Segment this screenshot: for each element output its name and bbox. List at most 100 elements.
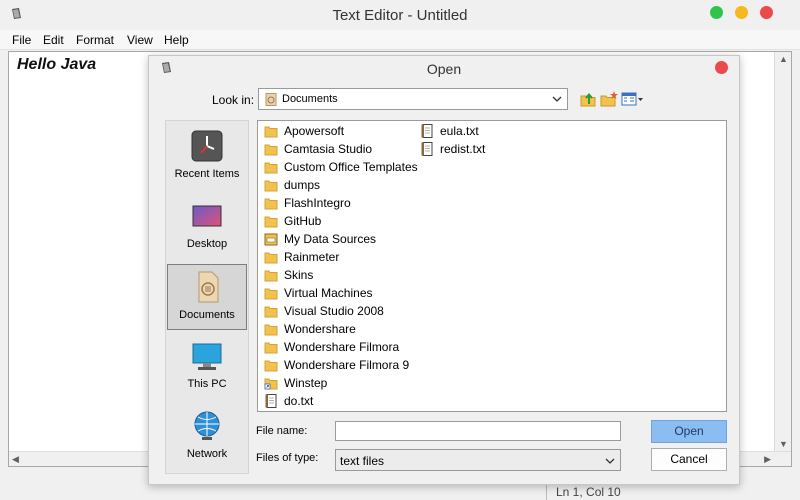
file-list-item[interactable]: Skins [264,266,414,284]
file-name: FlashIntegro [284,196,351,210]
file-name: Virtual Machines [284,286,373,300]
place-label: Network [186,448,228,460]
file-list-item[interactable]: Custom Office Templates [264,158,418,176]
chevron-down-icon[interactable] [551,92,563,106]
folder-icon [264,288,278,300]
place-label: Documents [179,309,235,321]
places-sidebar: Recent Items Desktop Documents This PC N… [165,120,249,474]
file-list-item[interactable]: Virtual Machines [264,284,414,302]
dialog-titlebar: Open [149,56,739,81]
dialog-title: Open [426,61,462,77]
place-network[interactable]: Network [167,404,247,470]
file-list-item[interactable]: Wondershare [264,320,414,338]
editor-content[interactable]: Hello Java [17,56,96,74]
file-list-item[interactable]: eula.txt [420,122,570,140]
file-name: Wondershare [284,322,356,336]
up-one-level-icon[interactable] [579,90,597,108]
file-list[interactable]: Apowersoft Camtasia Studio Custom Office T… [257,120,727,412]
file-list-item[interactable]: Apowersoft [264,122,414,140]
scroll-left-arrow-icon[interactable]: ◀ [12,454,19,465]
text-file-icon [265,394,277,408]
place-desktop[interactable]: Desktop [167,194,247,260]
menu-format[interactable]: Format [76,33,114,47]
file-list-item[interactable]: My Data Sources [264,230,414,248]
file-list-item[interactable]: redist.txt [420,140,570,158]
place-documents[interactable]: Documents [167,264,247,330]
file-name: Skins [284,268,314,282]
place-recent-items[interactable]: Recent Items [167,124,247,190]
recent-items-icon [191,130,223,162]
folder-shortcut-icon [264,378,278,390]
file-list-item[interactable]: Winstep [264,374,414,392]
file-list-item[interactable]: Wondershare Filmora 9 [264,356,414,374]
minimize-button[interactable] [735,6,748,19]
file-name-label: File name: [256,425,308,437]
file-name-input[interactable] [335,421,621,441]
file-type-dropdown[interactable]: text files [335,449,621,471]
menu-file[interactable]: File [12,33,31,47]
folder-icon [264,198,278,210]
file-list-item[interactable]: GitHub [264,212,414,230]
file-name: Winstep [284,376,328,390]
menu-edit[interactable]: Edit [43,33,64,47]
file-name: Wondershare Filmora [284,340,400,354]
open-button[interactable]: Open [651,420,727,443]
cursor-position: Ln 1, Col 10 [556,485,621,499]
dialog-close-button[interactable] [715,61,728,74]
menu-help[interactable]: Help [164,33,189,47]
folder-icon [264,216,278,228]
cancel-button[interactable]: Cancel [651,448,727,471]
look-in-label: Look in: [212,93,255,107]
file-list-item[interactable]: FlashIntegro [264,194,414,212]
scroll-down-arrow-icon[interactable]: ▼ [779,439,788,449]
menu-bar: File Edit Format View Help [0,30,800,50]
folder-icon [264,270,278,282]
window-title: Text Editor - Untitled [332,7,468,24]
folder-icon [264,252,278,264]
network-icon [194,411,220,440]
file-name: dumps [284,178,321,192]
data-source-icon [264,233,278,246]
folder-icon [264,324,278,336]
file-type-label: Files of type: [256,452,319,464]
scroll-up-arrow-icon[interactable]: ▲ [779,54,788,64]
folder-icon [264,360,278,372]
window-titlebar: Text Editor - Untitled [0,0,800,30]
file-list-item[interactable]: Camtasia Studio [264,140,414,158]
folder-icon [264,180,278,192]
file-name: Rainmeter [284,250,340,264]
folder-icon [264,162,278,174]
file-name: Wondershare Filmora 9 [284,358,410,372]
file-name: eula.txt [440,124,479,138]
documents-icon [198,271,219,303]
folder-icon [264,126,278,138]
view-menu-icon[interactable] [621,90,645,108]
computer-icon [192,343,222,370]
file-name: Apowersoft [284,124,345,138]
file-list-item[interactable]: dumps [264,176,414,194]
file-name: redist.txt [440,142,486,156]
maximize-button[interactable] [710,6,723,19]
file-list-item[interactable]: Rainmeter [264,248,414,266]
look-in-dropdown[interactable]: Documents [258,88,568,110]
file-name: GitHub [284,214,322,228]
menu-view[interactable]: View [127,33,153,47]
vertical-scrollbar[interactable]: ▲ ▼ [774,52,791,451]
new-folder-icon[interactable] [600,90,618,108]
file-list-item[interactable]: Visual Studio 2008 [264,302,414,320]
chevron-down-icon[interactable] [604,454,616,468]
file-list-item[interactable]: do.txt [264,392,414,410]
scroll-right-arrow-icon[interactable]: ▶ [764,454,771,465]
place-label: Recent Items [174,168,240,180]
place-label: Desktop [186,238,228,250]
file-name: Camtasia Studio [284,142,373,156]
file-name: Custom Office Templates [284,160,418,174]
folder-icon [264,306,278,318]
folder-icon [264,342,278,354]
open-dialog: Open Look in: Documents Recent Items Des… [148,55,740,485]
text-file-icon [421,142,433,156]
file-name: Visual Studio 2008 [284,304,384,318]
close-button[interactable] [760,6,773,19]
place-this-pc[interactable]: This PC [167,334,247,400]
file-list-item[interactable]: Wondershare Filmora [264,338,414,356]
